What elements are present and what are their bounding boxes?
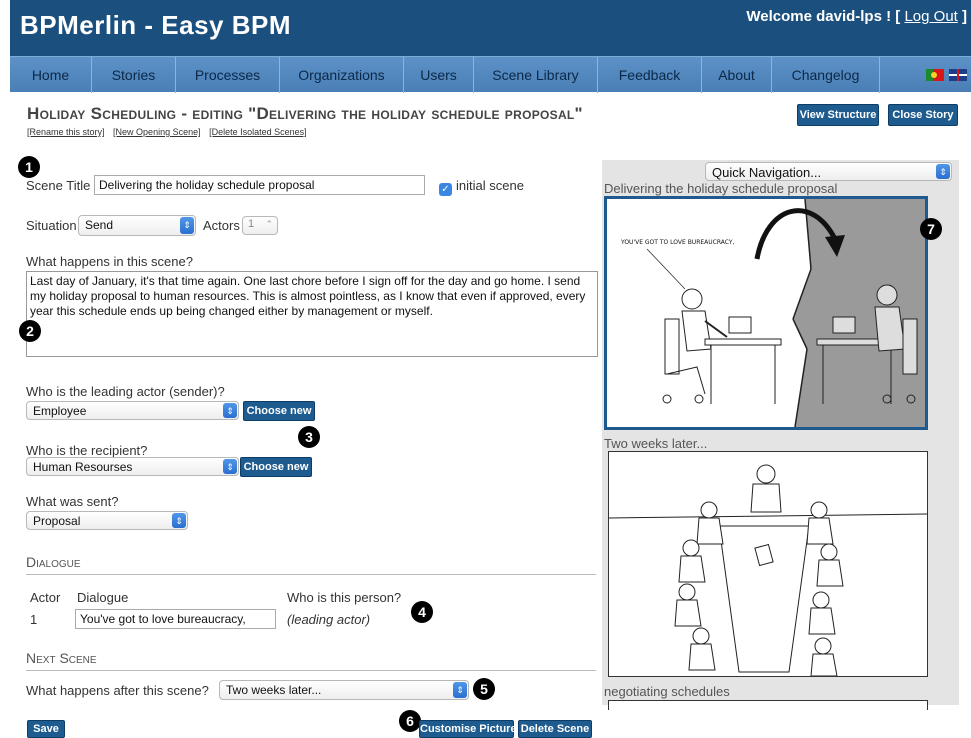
username: david-lps: [816, 8, 882, 25]
recipient-select[interactable]: Human Resourses ⇕: [26, 457, 239, 476]
delete-isolated-scenes-link[interactable]: [Delete Isolated Scenes]: [209, 127, 307, 137]
welcome-suffix: ! [: [881, 8, 905, 25]
scene-picture-1[interactable]: YOU'VE GOT TO LOVE BUREAUCRACY,: [604, 196, 928, 430]
dialogue-col-person: Who is this person?: [287, 590, 402, 605]
scene-picture-3[interactable]: [608, 700, 928, 710]
marker-7: 7: [920, 218, 942, 240]
recipient-value: Human Resourses: [33, 460, 133, 474]
marker-2: 2: [19, 320, 41, 342]
nav-organizations[interactable]: Organizations: [280, 57, 404, 93]
what-sent-select[interactable]: Proposal ⇕: [26, 511, 188, 530]
divider: [26, 670, 596, 671]
rename-story-link[interactable]: [Rename this story]: [27, 127, 105, 137]
scene-picture-2[interactable]: [608, 451, 928, 677]
scene-title-input[interactable]: Delivering the holiday schedule proposal: [94, 175, 425, 195]
scene-title-label: Scene Title: [26, 178, 91, 193]
dialogue-row-person: (leading actor): [287, 612, 371, 627]
story-links: [Rename this story] [New Opening Scene] …: [27, 127, 313, 137]
nav-home[interactable]: Home: [10, 57, 92, 93]
nav-about[interactable]: About: [702, 57, 772, 93]
dialogue-text-input[interactable]: You've got to love bureaucracy,: [75, 609, 276, 629]
next-scene-select[interactable]: Two weeks later... ⇕: [219, 680, 469, 700]
dialogue-row-actor: 1: [30, 612, 38, 627]
speech-text: YOU'VE GOT TO LOVE BUREAUCRACY,: [620, 239, 735, 246]
view-structure-button[interactable]: View Structure: [797, 104, 879, 126]
nav-changelog[interactable]: Changelog: [772, 57, 880, 93]
quick-navigation-select[interactable]: Quick Navigation... ⇕: [705, 162, 952, 181]
new-opening-scene-link[interactable]: [New Opening Scene]: [113, 127, 201, 137]
scene-caption-1: Delivering the holiday schedule proposal: [604, 181, 838, 196]
checkbox-checked-icon[interactable]: ✓: [439, 183, 452, 196]
customise-picture-button[interactable]: Customise Picture: [419, 720, 517, 738]
nav-stories[interactable]: Stories: [92, 57, 176, 93]
what-sent-value: Proposal: [33, 514, 81, 528]
choose-new-leading-actor-button[interactable]: Choose new: [243, 401, 315, 421]
situation-value: Send: [85, 218, 114, 232]
nav-users[interactable]: Users: [404, 57, 474, 93]
nav-processes[interactable]: Processes: [176, 57, 280, 93]
dialogue-section-title: Dialogue: [26, 554, 81, 570]
scene-caption-3: negotiating schedules: [604, 684, 730, 699]
actors-stepper[interactable]: 1 ⌃: [242, 216, 278, 235]
english-flag-icon[interactable]: [949, 69, 967, 81]
welcome-end: ]: [957, 8, 967, 25]
close-story-button[interactable]: Close Story: [888, 104, 958, 126]
delete-scene-button[interactable]: Delete Scene: [518, 720, 592, 738]
portuguese-flag-icon[interactable]: [926, 69, 944, 81]
next-scene-label: What happens after this scene?: [26, 683, 209, 698]
welcome-message: Welcome david-lps ! [ Log Out ]: [746, 8, 967, 25]
next-scene-value: Two weeks later...: [226, 683, 322, 697]
divider: [26, 574, 596, 575]
marker-5: 5: [473, 678, 495, 700]
nav-scene-library[interactable]: Scene Library: [474, 57, 598, 93]
leading-actor-label: Who is the leading actor (sender)?: [26, 384, 225, 399]
scene-caption-2: Two weeks later...: [604, 436, 708, 451]
what-happens-label: What happens in this scene?: [26, 254, 193, 269]
scene-description-textarea[interactable]: Last day of January, it's that time agai…: [26, 271, 598, 357]
save-button[interactable]: Save: [27, 720, 65, 738]
nav-feedback[interactable]: Feedback: [598, 57, 702, 93]
chevron-updown-icon: ⇕: [223, 403, 237, 418]
situation-label: Situation: [26, 218, 77, 233]
office-scene-illustration: YOU'VE GOT TO LOVE BUREAUCRACY,: [620, 199, 925, 427]
marker-6: 6: [399, 710, 421, 732]
dialogue-col-actor: Actor: [30, 590, 61, 605]
chevron-updown-icon: ⇕: [453, 682, 467, 698]
stepper-icon: ⌃: [265, 219, 273, 229]
recipient-label: Who is the recipient?: [26, 443, 148, 458]
welcome-prefix: Welcome: [746, 8, 817, 25]
chevron-updown-icon: ⇕: [223, 459, 237, 474]
leading-actor-select[interactable]: Employee ⇕: [26, 401, 239, 420]
logout-link[interactable]: Log Out: [904, 8, 957, 25]
chevron-updown-icon: ⇕: [172, 513, 186, 528]
chevron-updown-icon: ⇕: [180, 217, 194, 234]
chevron-updown-icon: ⇕: [936, 164, 950, 179]
page-title: Holiday Scheduling - editing "Delivering…: [27, 104, 583, 123]
quick-navigation-value: Quick Navigation...: [712, 165, 822, 180]
choose-new-recipient-button[interactable]: Choose new: [240, 457, 312, 477]
main-nav: Home Stories Processes Organizations Use…: [10, 56, 971, 93]
marker-3: 3: [298, 426, 320, 448]
what-sent-label: What was sent?: [26, 494, 119, 509]
initial-scene-checkbox[interactable]: ✓ initial scene: [439, 178, 524, 196]
actors-value: 1: [248, 218, 255, 230]
meeting-scene-illustration: [609, 464, 927, 676]
leading-actor-value: Employee: [33, 404, 87, 418]
app-title[interactable]: BPMerlin - Easy BPM: [20, 10, 291, 41]
initial-scene-label: initial scene: [456, 178, 524, 193]
situation-select[interactable]: Send ⇕: [78, 215, 196, 236]
marker-1: 1: [18, 156, 40, 178]
dialogue-col-dialogue: Dialogue: [77, 590, 129, 605]
actors-label: Actors: [203, 218, 240, 233]
marker-4: 4: [411, 601, 433, 623]
next-scene-section-title: Next Scene: [26, 650, 97, 666]
